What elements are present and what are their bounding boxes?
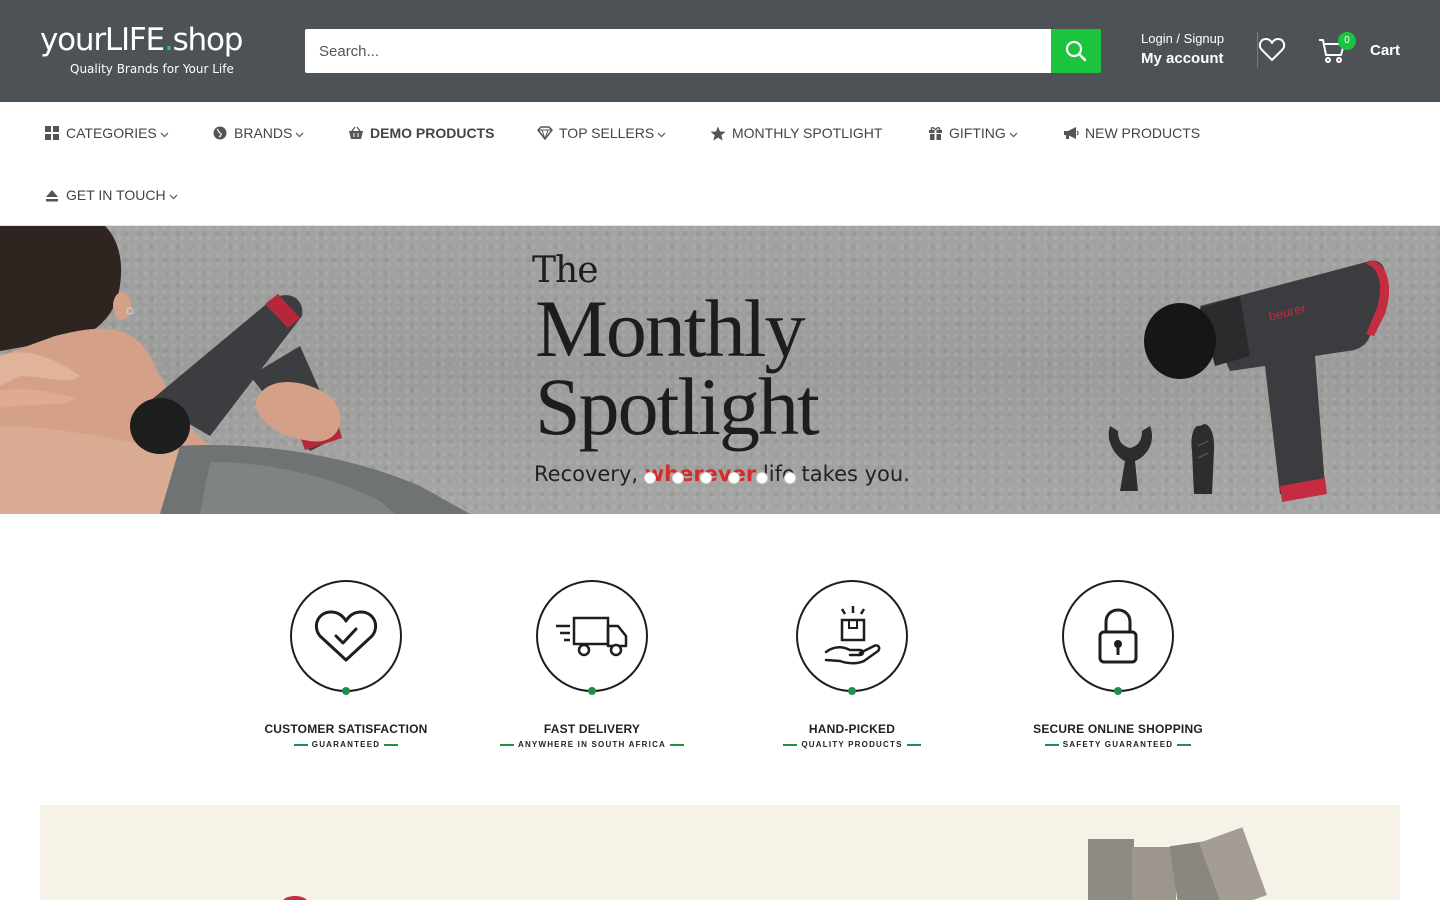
eject-icon [44,187,60,203]
diamond-icon [537,125,553,141]
globe-icon [212,125,228,141]
nav-item-gifting[interactable]: GIFTING [927,123,1018,143]
nav-item-get-in-touch[interactable]: GET IN TOUCH [44,185,178,205]
promo-accent-shape [283,896,307,900]
nav-item-monthly-spotlight[interactable]: MONTHLY SPOTLIGHT [710,123,882,143]
wishlist-button[interactable] [1258,36,1286,64]
cart-button[interactable]: 0 Cart [1318,32,1402,66]
megaphone-icon [1063,125,1079,141]
feature-icon-circle [796,580,908,692]
basket-icon [348,125,364,141]
feature-hand-picked: HAND-PICKED QUALITY PRODUCTS [732,560,972,760]
login-signup-link[interactable]: Login / Signup [1141,31,1224,46]
feature-icon-circle [1062,580,1174,692]
chevron-down-icon [657,125,666,141]
feature-subtitle: GUARANTEED [226,740,466,749]
nav-item-demo-products[interactable]: DEMO PRODUCTS [348,123,494,143]
account-menu[interactable]: Login / Signup My account [1141,31,1224,67]
chevron-down-icon [1009,125,1018,141]
logo-tagline: Quality Brands for Your Life [70,62,234,76]
search-bar [305,29,1101,73]
cart-count-badge: 0 [1338,32,1356,50]
feature-title: FAST DELIVERY [543,722,641,736]
nav-label: NEW PRODUCTS [1085,125,1201,141]
promo-product-image [1088,827,1267,900]
grid-icon [44,125,60,141]
nav-label: MONTHLY SPOTLIGHT [732,125,883,141]
features-row: CUSTOMER SATISFACTION GUARANTEED FAST DE… [0,560,1440,760]
feature-title: SECURE ONLINE SHOPPING [1033,722,1203,736]
search-icon [1065,40,1087,62]
feature-customer-satisfaction: CUSTOMER SATISFACTION GUARANTEED [226,560,466,760]
hero-model-image [0,226,470,514]
feature-fast-delivery: FAST DELIVERY ANYWHERE IN SOUTH AFRICA [472,560,712,760]
site-logo[interactable]: yourLIFE.shop Quality Brands for Your Li… [40,22,270,82]
heart-check-icon [315,610,377,662]
feature-title: CUSTOMER SATISFACTION [264,722,428,736]
padlock-icon [1098,608,1138,664]
hand-box-icon [824,606,881,665]
gift-icon [927,125,943,141]
carousel-dot[interactable] [728,472,740,484]
cart-label[interactable]: Cart [1370,42,1400,59]
nav-label: DEMO PRODUCTS [370,125,495,141]
feature-title: HAND-PICKED [808,722,896,736]
my-account-link[interactable]: My account [1141,50,1224,67]
feature-subtitle: SAFETY GUARANTEED [998,740,1238,749]
site-header: yourLIFE.shop Quality Brands for Your Li… [0,0,1440,102]
search-button[interactable] [1051,29,1101,73]
hero-title-spotlight: Spotlight [535,361,820,452]
feature-subtitle: QUALITY PRODUCTS [732,740,972,749]
nav-label: CATEGORIES [66,125,157,141]
chevron-down-icon [160,125,169,141]
search-input[interactable] [305,29,1051,73]
feature-secure-shopping: SECURE ONLINE SHOPPING SAFETY GUARANTEED [998,560,1238,760]
carousel-dot[interactable] [700,472,712,484]
hero-product-image: beurer [1108,260,1390,502]
main-navigation: CATEGORIES BRANDS DEMO PRODUCTS TOP SELL… [0,102,1440,226]
carousel-dots [644,472,796,484]
feature-dot [342,687,350,695]
chevron-down-icon [295,125,304,141]
nav-label: GIFTING [949,125,1006,141]
feature-dot [1114,687,1122,695]
chevron-down-icon [169,187,178,203]
nav-label: GET IN TOUCH [66,187,166,203]
truck-icon [556,616,628,657]
hero-banner[interactable]: The Monthly Spotlight Recovery, wherever… [0,226,1440,514]
nav-item-new-products[interactable]: NEW PRODUCTS [1063,123,1200,143]
logo-wordmark: yourLIFE.shop [40,22,243,58]
carousel-dot[interactable] [672,472,684,484]
feature-dot [848,687,856,695]
feature-dot [588,687,596,695]
nav-label: BRANDS [234,125,293,141]
nav-label: TOP SELLERS [559,125,655,141]
nav-item-brands[interactable]: BRANDS [212,123,304,143]
nav-item-categories[interactable]: CATEGORIES [44,123,169,143]
carousel-dot[interactable] [756,472,768,484]
star-icon [710,125,726,141]
feature-icon-circle [536,580,648,692]
carousel-dot[interactable] [644,472,656,484]
nav-item-top-sellers[interactable]: TOP SELLERS [537,123,666,143]
feature-icon-circle [290,580,402,692]
carousel-dot[interactable] [784,472,796,484]
promo-banner[interactable] [40,805,1400,900]
heart-icon [1258,38,1286,61]
feature-subtitle: ANYWHERE IN SOUTH AFRICA [472,740,712,749]
hero-title-monthly: Monthly [535,283,805,374]
